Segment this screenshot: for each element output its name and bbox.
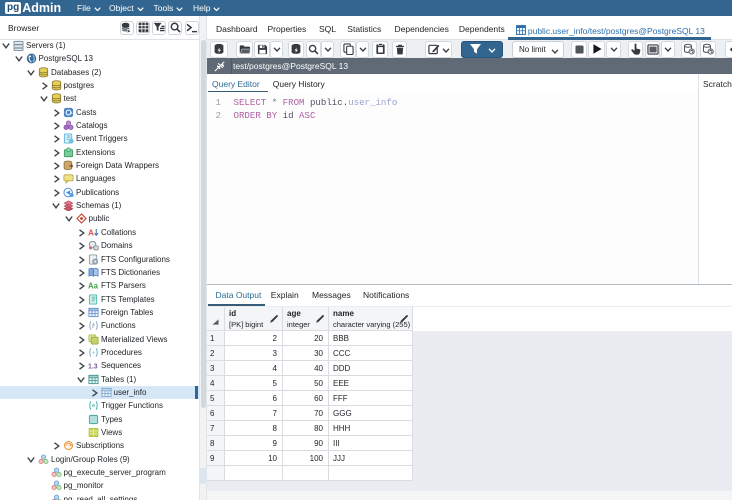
svg-text:1.3: 1.3 [88,364,98,371]
svg-text:A: A [88,228,94,237]
svg-text:Aa: Aa [88,281,99,290]
